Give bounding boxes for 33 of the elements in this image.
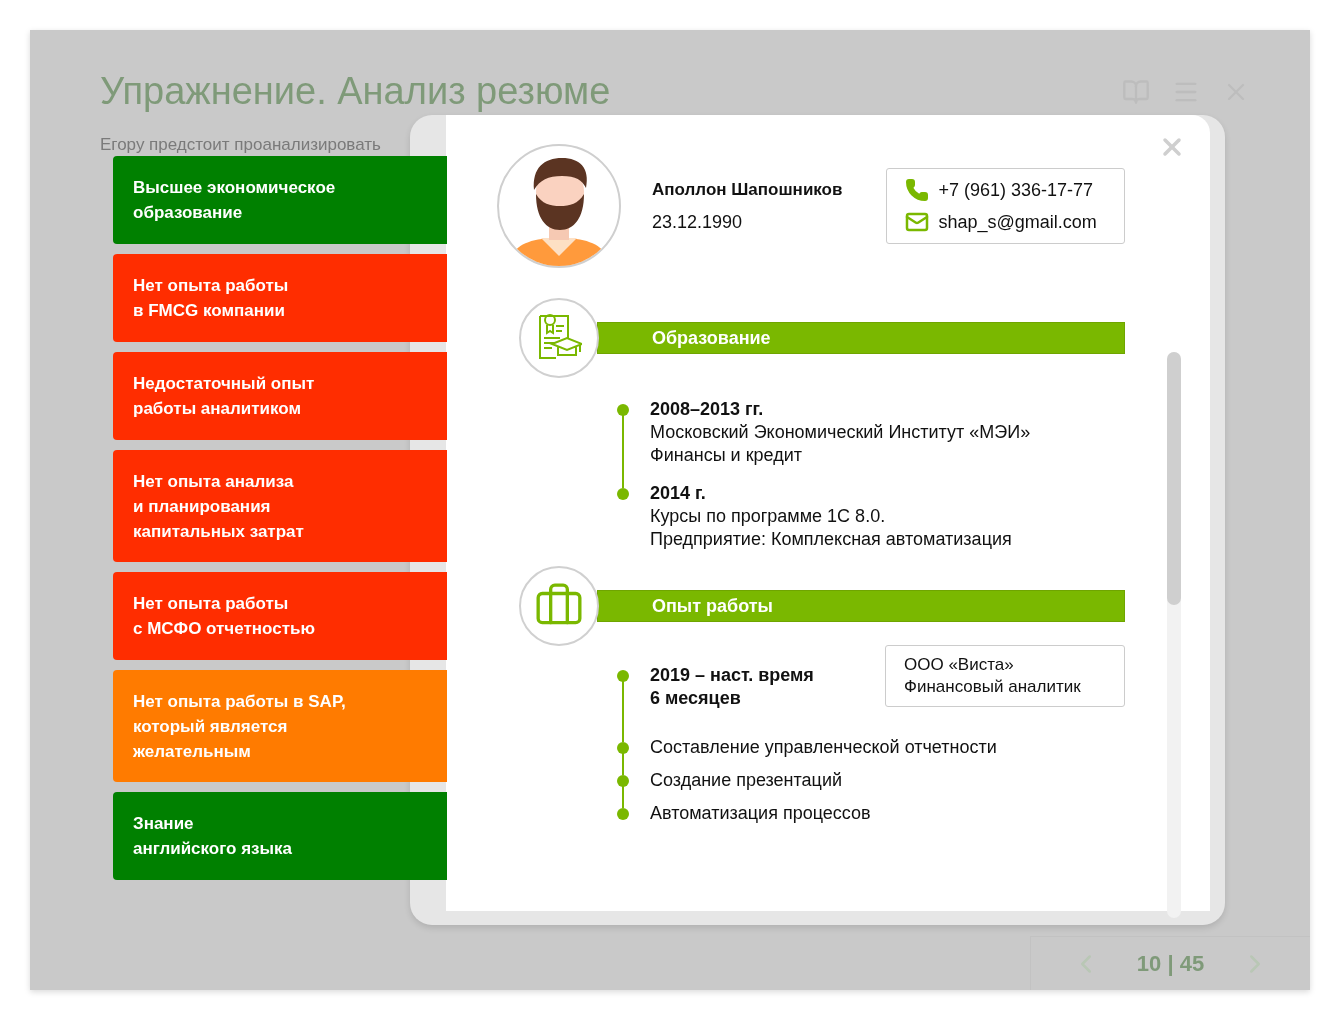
page-counter: 10 | 45	[1136, 950, 1205, 977]
company-name: ООО «Виста»	[904, 654, 1015, 676]
scrollbar-thumb[interactable]	[1167, 352, 1181, 605]
period-title: 2008–2013 гг.	[650, 398, 765, 421]
phone-number: +7 (961) 336-17-77	[938, 179, 1094, 201]
job-task: Автоматизация процессов	[650, 802, 872, 825]
email-address: shap_s@gmail.com	[938, 211, 1097, 233]
intro-text: Егору предстоит проанализировать	[100, 135, 381, 155]
criterion-card[interactable]: Нет опыта работы в FMCG компании	[113, 254, 447, 342]
criterion-card[interactable]: Знание английского языка	[113, 792, 447, 880]
section-header: Образование	[597, 322, 1125, 354]
period-detail: Предприятие: Комплексная автоматизация	[650, 528, 1013, 551]
period-title: 2019 – наст. время	[650, 664, 814, 687]
period-detail: Московский Экономический Институт «МЭИ»	[650, 421, 1032, 444]
criterion-card[interactable]: Нет опыта анализа и планирования капитальных затрат	[113, 450, 447, 562]
period-detail: Курсы по программе 1С 8.0.	[650, 505, 887, 528]
birth-date: 23.12.1990	[652, 211, 744, 233]
job-task: Составление управленческой отчетности	[650, 736, 998, 759]
period-detail: Финансы и кредит	[650, 444, 803, 467]
criterion-card[interactable]: Нет опыта работы с МСФО отчетностью	[113, 572, 447, 660]
job-position: Финансовый аналитик	[904, 676, 1082, 698]
mail-icon	[904, 210, 929, 234]
criterion-card[interactable]: Нет опыта работы в SAP, который является желательным	[113, 670, 447, 782]
section-header: Опыт работы	[597, 590, 1125, 622]
phone-icon	[904, 178, 929, 202]
candidate-name: Аполлон Шапошников	[652, 179, 844, 200]
scrollbar[interactable]	[1167, 352, 1181, 918]
slide-title: Упражнение. Анализ резюме	[100, 70, 611, 113]
period-title: 2014 г.	[650, 482, 707, 505]
job-task: Создание презентаций	[650, 769, 844, 792]
job-duration: 6 месяцев	[650, 687, 742, 710]
criterion-card[interactable]: Недостаточный опыт работы аналитиком	[113, 352, 447, 440]
criterion-card[interactable]: Высшее экономическое образование	[113, 156, 447, 244]
